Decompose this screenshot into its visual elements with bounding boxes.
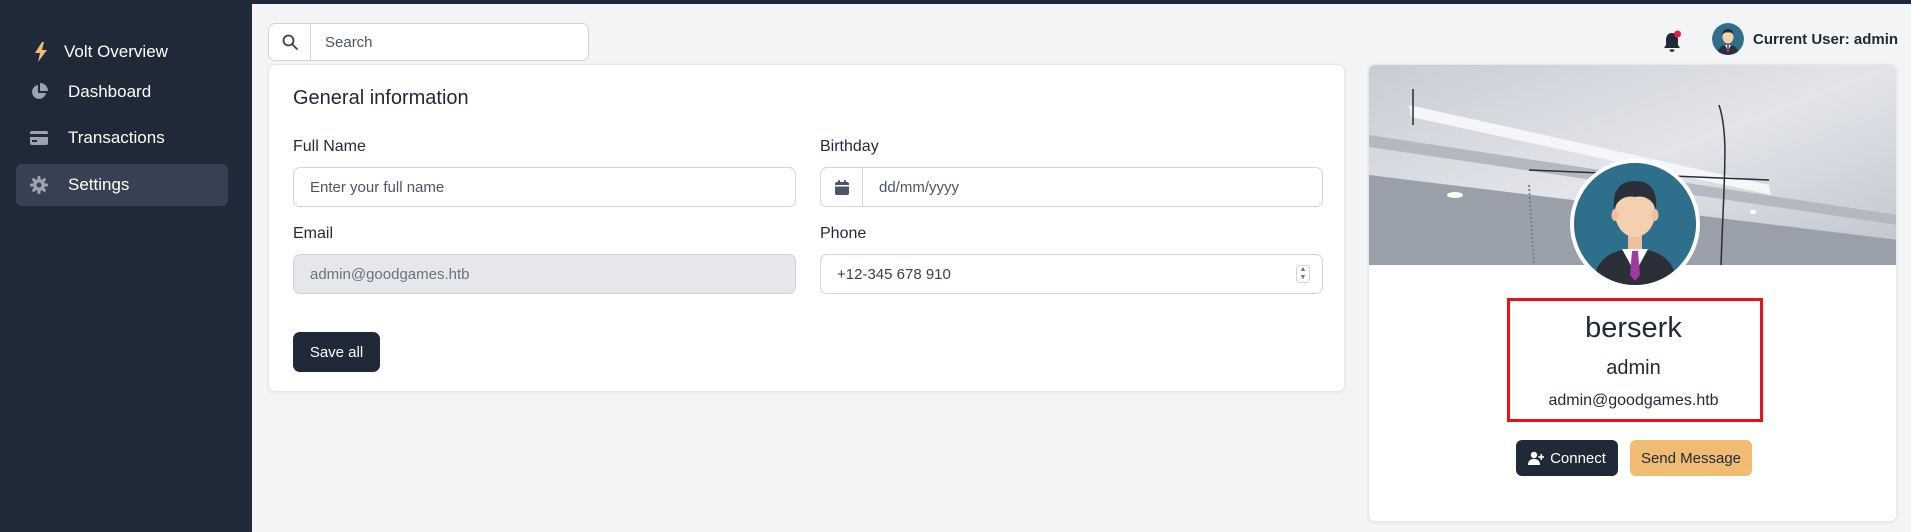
bolt-icon [30,41,52,63]
search-bar [268,23,589,61]
sidebar-item-label: Settings [68,175,130,194]
search-input[interactable] [311,24,588,60]
email-value: admin@goodgames.htb [310,265,470,283]
sidebar-item-settings[interactable]: Settings [16,164,228,206]
full-name-field[interactable]: Enter your full name [293,167,796,207]
user-plus-icon [1528,451,1545,465]
bell-icon[interactable] [1662,30,1682,54]
profile-avatar [1570,159,1700,289]
phone-value: +12-345 678 910 [837,265,951,283]
email-label: Email [293,225,334,242]
top-strip [0,0,1911,4]
phone-label: Phone [820,225,867,242]
sidebar-brand-volt-overview[interactable]: Volt Overview [16,31,228,73]
connect-label: Connect [1550,449,1606,467]
connect-button[interactable]: Connect [1516,440,1618,476]
profile-email: admin@goodgames.htb [1548,392,1719,409]
sidebar-brand-label: Volt Overview [64,42,168,61]
gear-icon [28,174,50,196]
profile-name: berserk [1585,312,1682,344]
credit-card-icon [28,127,50,149]
sidebar-item-dashboard[interactable]: Dashboard [16,71,228,113]
phone-field[interactable]: +12-345 678 910 ▲ ▼ [820,254,1323,294]
full-name-label: Full Name [293,138,366,155]
general-information-card: General information Full Name Enter your… [268,64,1345,392]
save-all-button[interactable]: Save all [293,332,380,372]
card-title: General information [293,87,469,109]
sidebar: Volt Overview Dashboard Transactions Set… [0,4,252,532]
user-menu[interactable]: Current User: admin [1712,23,1898,55]
birthday-placeholder: dd/mm/yyyy [879,178,960,196]
send-message-button[interactable]: Send Message [1630,440,1752,476]
email-field: admin@goodgames.htb [293,254,796,294]
sidebar-item-label: Transactions [68,128,165,147]
number-spinner-icon[interactable]: ▲ ▼ [1296,265,1310,283]
current-user-label: Current User: admin [1753,30,1899,48]
profile-card: berserk admin admin@goodgames.htb Connec… [1368,64,1897,522]
search-icon[interactable] [269,24,311,60]
profile-role: admin [1606,357,1661,379]
birthday-field[interactable]: dd/mm/yyyy [820,167,1323,207]
sidebar-item-transactions[interactable]: Transactions [16,117,228,159]
notification-dot [1674,30,1681,38]
sidebar-item-label: Dashboard [68,82,152,101]
birthday-label: Birthday [820,138,879,155]
pie-chart-icon [28,81,50,103]
calendar-icon[interactable] [821,168,863,206]
full-name-placeholder: Enter your full name [310,178,445,196]
user-avatar [1712,23,1744,55]
